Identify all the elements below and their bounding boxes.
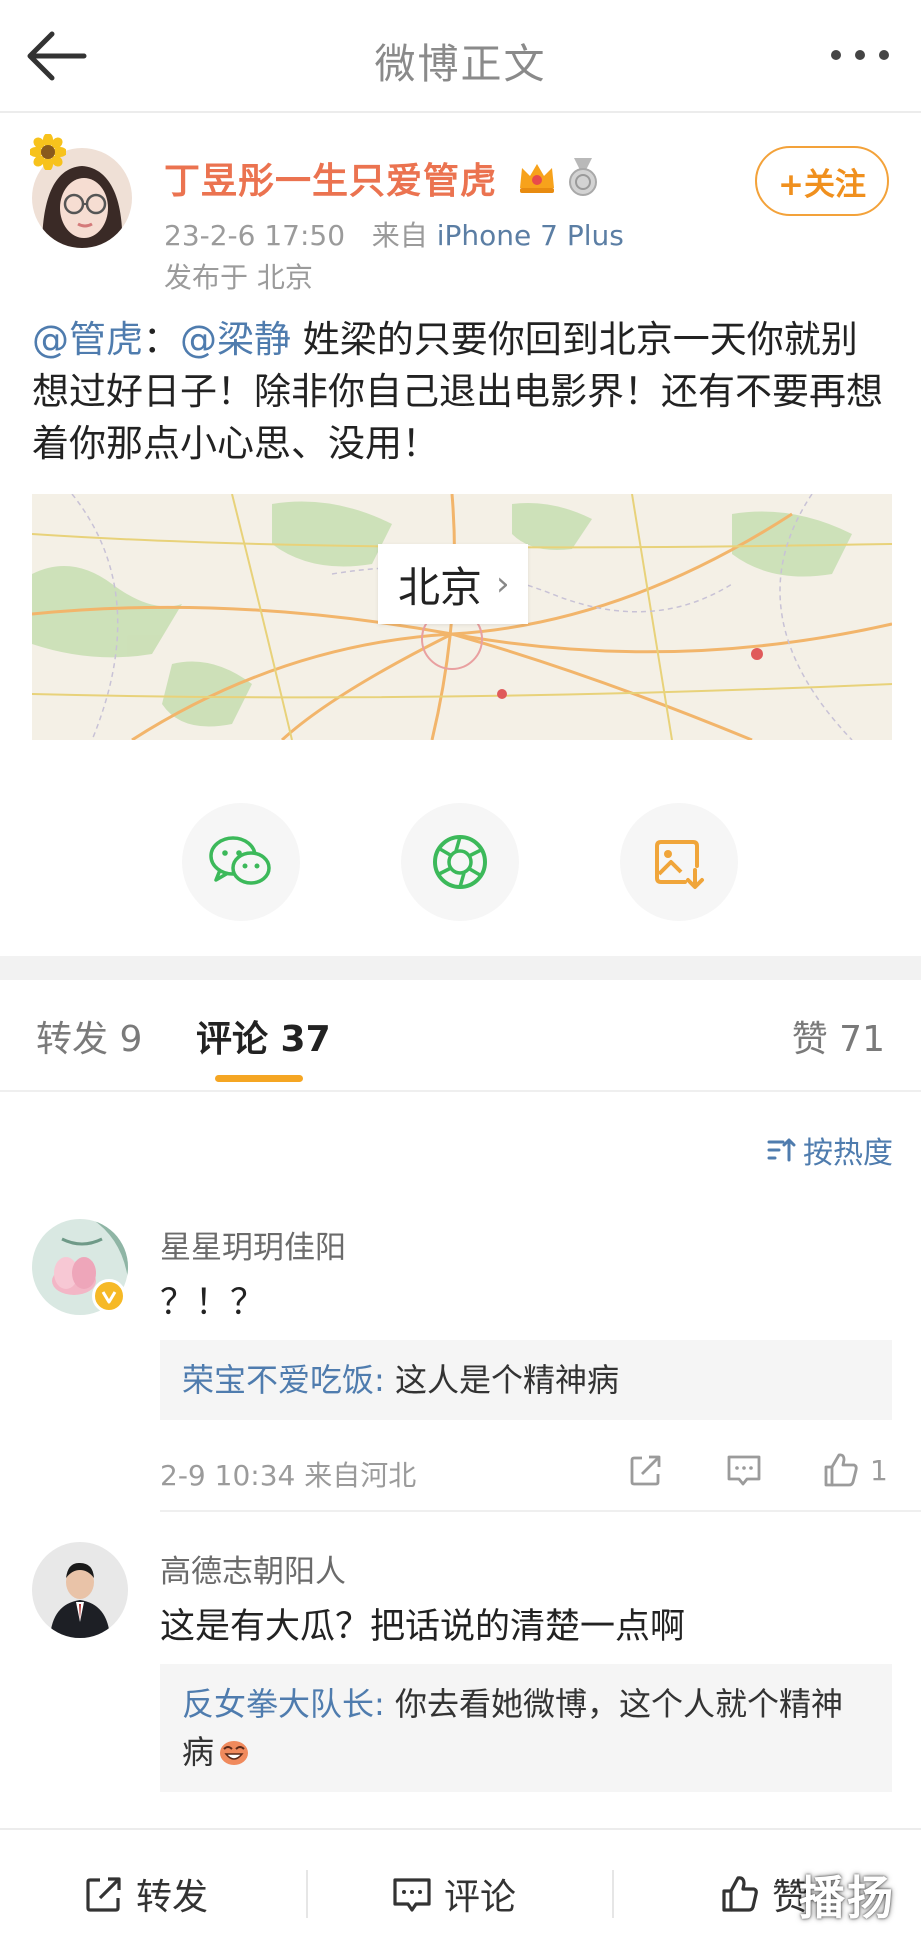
comment-repost-button[interactable] (628, 1450, 664, 1490)
like-button[interactable]: 赞 (720, 1868, 808, 1920)
comment-icon (727, 1455, 761, 1486)
toolbar-separator (612, 1870, 614, 1918)
page-title: 微博正文 (374, 40, 547, 88)
comment-divider (160, 1510, 921, 1512)
reply-text: 这人是个精神病 (384, 1361, 619, 1399)
reply-author[interactable]: 荣宝不爱吃饭: (182, 1361, 385, 1399)
section-divider (0, 956, 921, 980)
mention-link[interactable]: @梁静 (180, 318, 291, 361)
vip-crown-icon (516, 158, 558, 196)
thumbs-up-icon (722, 1876, 758, 1912)
comment-meta: 2-9 10:34 来自河北 (160, 1459, 417, 1492)
watermark: 播扬 (799, 1871, 895, 1925)
share-moments-button[interactable] (401, 803, 519, 921)
sort-icon (767, 1138, 796, 1162)
tab-reposts[interactable]: 转发 9 (36, 1010, 142, 1062)
reply-preview[interactable]: 反女拳大队长: 你去看她微博，这个人就个精神病 (160, 1664, 892, 1792)
share-icon (630, 1455, 661, 1486)
post-location: 发布于 北京 (164, 261, 313, 294)
comment-label: 评论 (444, 1877, 517, 1918)
mention-link[interactable]: @管虎 (32, 318, 143, 361)
thumbs-up-icon (824, 1453, 858, 1487)
map-location-text: 北京 (398, 562, 483, 612)
share-icon (86, 1877, 121, 1912)
commenter-avatar[interactable] (32, 1542, 128, 1638)
laughing-emoji-icon (220, 1741, 249, 1765)
wechat-icon (209, 836, 271, 885)
comment-like-button[interactable]: 1 (822, 1450, 888, 1490)
medal-icon (566, 156, 600, 198)
map-location-label[interactable]: 北京 › (378, 544, 528, 624)
author-name[interactable]: 丁昱彤一生只爱管虎 (164, 152, 497, 204)
comment-button[interactable]: 评论 (392, 1868, 516, 1920)
like-count: 1 (870, 1453, 888, 1487)
save-image-icon (655, 840, 704, 889)
comment-reply-button[interactable] (726, 1450, 762, 1490)
save-image-button[interactable] (620, 803, 738, 921)
comment-text: ？！？ (160, 1283, 266, 1323)
post-body: @管虎：@梁静 姓梁的只要你回到北京一天你就别想过好日子！除非你自己退出电影界！… (32, 314, 892, 470)
tab-comments[interactable]: 评论 37 (196, 1010, 331, 1062)
tabs-divider (0, 1090, 921, 1092)
bottom-toolbar: 转发 评论 赞 (0, 1828, 921, 1954)
post-time: 23-2-6 17:50 (164, 219, 346, 252)
post-text-separator: ： (143, 318, 180, 361)
sort-label: 按热度 (803, 1136, 893, 1171)
repost-label: 转发 (136, 1877, 209, 1918)
post-from-label: 来自 (371, 219, 428, 252)
location-map-card[interactable]: 北京 › (32, 494, 892, 740)
sort-by-hot-button[interactable]: 按热度 (767, 1128, 893, 1172)
active-tab-indicator (215, 1075, 303, 1082)
post-source: iPhone 7 Plus (436, 219, 624, 252)
toolbar-separator (306, 1870, 308, 1918)
repost-button[interactable]: 转发 (84, 1868, 208, 1920)
moments-shutter-icon (433, 835, 487, 889)
commenter-name[interactable]: 星星玥玥佳阳 (160, 1222, 346, 1267)
reply-preview[interactable]: 荣宝不爱吃饭: 这人是个精神病 (160, 1340, 892, 1420)
post-meta: 23-2-6 17:50 来自 iPhone 7 Plus (164, 214, 624, 254)
chevron-right-icon: › (496, 564, 510, 604)
top-navigation-bar: 微博正文 (0, 0, 921, 113)
more-options-icon[interactable] (827, 40, 893, 70)
comment-text: 这是有大瓜？把话说的清楚一点啊 (160, 1607, 686, 1647)
share-wechat-button[interactable] (182, 803, 300, 921)
sunflower-icon (29, 133, 67, 171)
commenter-name[interactable]: 高德志朝阳人 (160, 1546, 346, 1591)
tab-likes[interactable]: 赞 71 (792, 1010, 885, 1062)
comment-icon (393, 1878, 431, 1912)
verified-badge-icon (92, 1279, 126, 1313)
follow-button[interactable]: +关注 (755, 146, 889, 216)
reply-author[interactable]: 反女拳大队长: (182, 1685, 385, 1723)
